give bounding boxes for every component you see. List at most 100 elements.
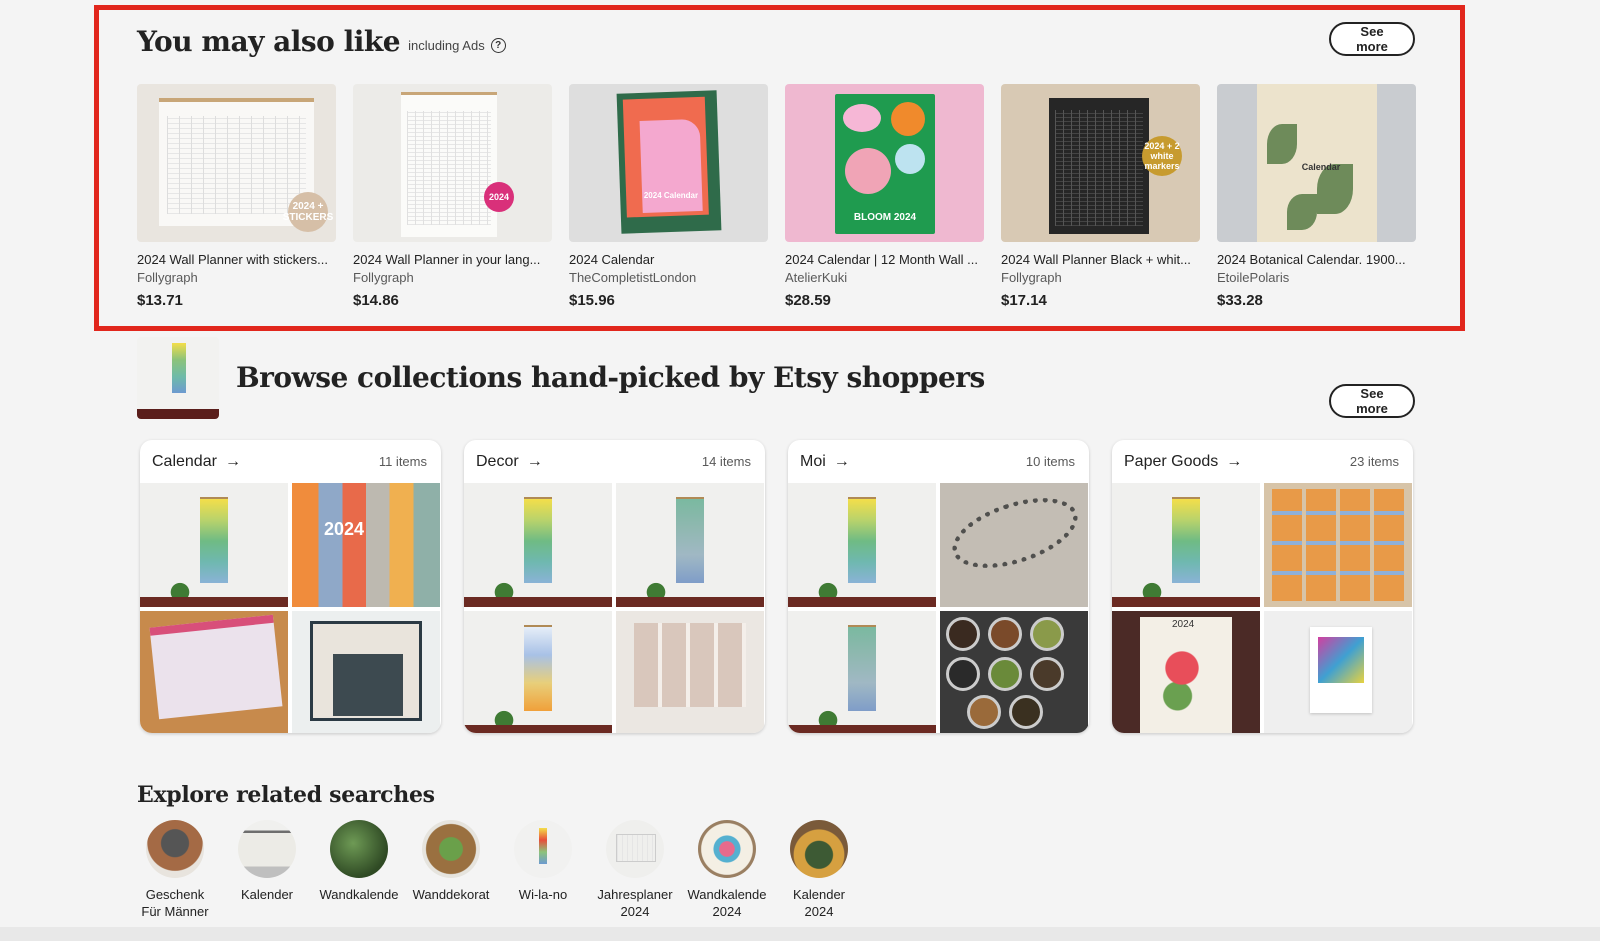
product-price: $28.59	[785, 292, 831, 309]
product-title[interactable]: 2024 Wall Planner with stickers...	[137, 252, 336, 267]
collection-tile[interactable]: 2024	[1112, 611, 1260, 733]
product-image[interactable]: 2024 Calendar	[569, 84, 768, 242]
product-card[interactable]: 2024 Calendar 2024 Calendar TheCompletis…	[569, 84, 768, 309]
product-card[interactable]: 2024 2024 Wall Planner in your lang... F…	[353, 84, 552, 309]
arrow-right-icon: →	[1226, 452, 1243, 470]
calendar-graphic	[616, 90, 722, 234]
product-price: $15.96	[569, 292, 615, 309]
collection-tile[interactable]	[788, 483, 936, 607]
search-thumbnail[interactable]	[790, 820, 848, 878]
product-image[interactable]: 2024 + 2 white markers	[1001, 84, 1200, 242]
related-search-item[interactable]: Kalender	[225, 820, 309, 920]
search-label[interactable]: Kalender	[241, 886, 293, 903]
search-thumbnail[interactable]	[514, 820, 572, 878]
product-badge: 2024 + 2 white markers	[1142, 136, 1182, 176]
ads-disclosure: including Ads ?	[408, 38, 506, 53]
product-price: $14.86	[353, 292, 399, 309]
product-card[interactable]: 2024 + 2 white markers 2024 Wall Planner…	[1001, 84, 1200, 309]
arrow-right-icon: →	[833, 452, 850, 470]
search-thumbnail[interactable]	[422, 820, 480, 878]
product-card[interactable]: Calendar 2024 Botanical Calendar. 1900..…	[1217, 84, 1416, 309]
collection-card-decor[interactable]: Decor → 14 items	[464, 440, 765, 733]
related-search-item[interactable]: Wanddekorat	[409, 820, 493, 920]
search-label[interactable]: Kalender 2024	[793, 886, 845, 920]
collection-tile[interactable]	[788, 611, 936, 733]
collection-card-moi[interactable]: Moi → 10 items	[788, 440, 1089, 733]
product-title[interactable]: 2024 Wall Planner in your lang...	[353, 252, 552, 267]
product-badge: 2024 Calendar	[643, 190, 699, 200]
collection-card-calendar[interactable]: Calendar → 11 items 2024	[140, 440, 441, 733]
product-shop: Follygraph	[353, 270, 414, 285]
product-image[interactable]: Calendar	[1217, 84, 1416, 242]
collection-header[interactable]: Calendar → 11 items	[140, 440, 441, 483]
collections-list: Calendar → 11 items 2024 Decor → 14 items …	[140, 440, 1413, 733]
product-image[interactable]: 2024	[353, 84, 552, 242]
recommendations-header: You may also like including Ads ?	[137, 18, 1415, 58]
related-searches-title: Explore related searches	[137, 782, 435, 808]
search-label[interactable]: Geschenk Für Männer	[141, 886, 208, 920]
collection-tile[interactable]	[140, 611, 288, 733]
collection-count: 10 items	[1025, 454, 1075, 469]
help-icon[interactable]: ?	[490, 38, 506, 53]
related-search-item[interactable]: Wandkalende	[317, 820, 401, 920]
related-search-item[interactable]: Jahresplaner 2024	[593, 820, 677, 920]
collection-image-grid: 2024	[140, 483, 441, 733]
collection-tile[interactable]	[464, 611, 612, 733]
product-image[interactable]: BLOOM 2024	[785, 84, 984, 242]
collection-tile[interactable]	[292, 611, 440, 733]
product-price: $17.14	[1001, 292, 1047, 309]
product-list: 2024 + STICKERS 2024 Wall Planner with s…	[137, 84, 1416, 309]
search-label[interactable]: Wandkalende 2024	[687, 886, 766, 920]
collection-card-paper-goods[interactable]: Paper Goods → 23 items 2024	[1112, 440, 1413, 733]
collection-header[interactable]: Paper Goods → 23 items	[1112, 440, 1413, 483]
related-search-item[interactable]: Geschenk Für Männer	[133, 820, 217, 920]
search-thumbnail[interactable]	[330, 820, 388, 878]
search-label[interactable]: Wandkalende	[319, 886, 398, 903]
collections-thumbnail	[137, 337, 219, 419]
search-thumbnail[interactable]	[146, 820, 204, 878]
collection-header[interactable]: Moi → 10 items	[788, 440, 1089, 483]
collection-name[interactable]: Calendar →	[152, 453, 241, 471]
product-title[interactable]: 2024 Wall Planner Black + whit...	[1001, 252, 1200, 267]
collection-name[interactable]: Moi →	[800, 453, 850, 471]
collection-tile[interactable]	[1112, 483, 1260, 607]
search-thumbnail[interactable]	[698, 820, 756, 878]
collection-image-grid	[788, 483, 1089, 733]
product-price: $13.71	[137, 292, 183, 309]
collection-count: 14 items	[701, 454, 751, 469]
collection-tile[interactable]	[616, 611, 764, 733]
search-thumbnail[interactable]	[606, 820, 664, 878]
collection-tile[interactable]	[940, 611, 1088, 733]
search-label[interactable]: Wanddekorat	[413, 886, 490, 903]
collection-tile[interactable]: 2024	[292, 483, 440, 607]
collection-name[interactable]: Paper Goods →	[1124, 453, 1242, 471]
collection-count: 11 items	[378, 454, 427, 469]
collections-see-more-button[interactable]: See more	[1329, 384, 1415, 418]
collection-name[interactable]: Decor →	[476, 453, 543, 471]
product-title[interactable]: 2024 Botanical Calendar. 1900...	[1217, 252, 1416, 267]
collection-header[interactable]: Decor → 14 items	[464, 440, 765, 483]
collection-tile[interactable]	[616, 483, 764, 607]
collection-tile[interactable]	[140, 483, 288, 607]
collection-count: 23 items	[1349, 454, 1399, 469]
related-search-item[interactable]: Kalender 2024	[777, 820, 861, 920]
collection-tile[interactable]	[464, 483, 612, 607]
product-title[interactable]: 2024 Calendar | 12 Month Wall ...	[785, 252, 984, 267]
collection-tile[interactable]	[940, 483, 1088, 607]
search-thumbnail[interactable]	[238, 820, 296, 878]
product-image[interactable]: 2024 + STICKERS	[137, 84, 336, 242]
product-title[interactable]: 2024 Calendar	[569, 252, 768, 267]
product-badge: Calendar	[1301, 162, 1341, 172]
recommendations-see-more-button[interactable]: See more	[1329, 22, 1415, 56]
search-label[interactable]: Jahresplaner 2024	[597, 886, 672, 920]
collection-tile[interactable]	[1264, 483, 1412, 607]
search-label[interactable]: Wi-la-no	[519, 886, 567, 903]
product-shop: EtoilePolaris	[1217, 270, 1290, 285]
related-search-item[interactable]: Wi-la-no	[501, 820, 585, 920]
product-card[interactable]: BLOOM 2024 2024 Calendar | 12 Month Wall…	[785, 84, 984, 309]
recommendations-section: You may also like including Ads ? See mo…	[137, 18, 1416, 309]
related-search-item[interactable]: Wandkalende 2024	[685, 820, 769, 920]
collection-tile[interactable]	[1264, 611, 1412, 733]
product-card[interactable]: 2024 + STICKERS 2024 Wall Planner with s…	[137, 84, 336, 309]
arrow-right-icon: →	[224, 452, 241, 470]
